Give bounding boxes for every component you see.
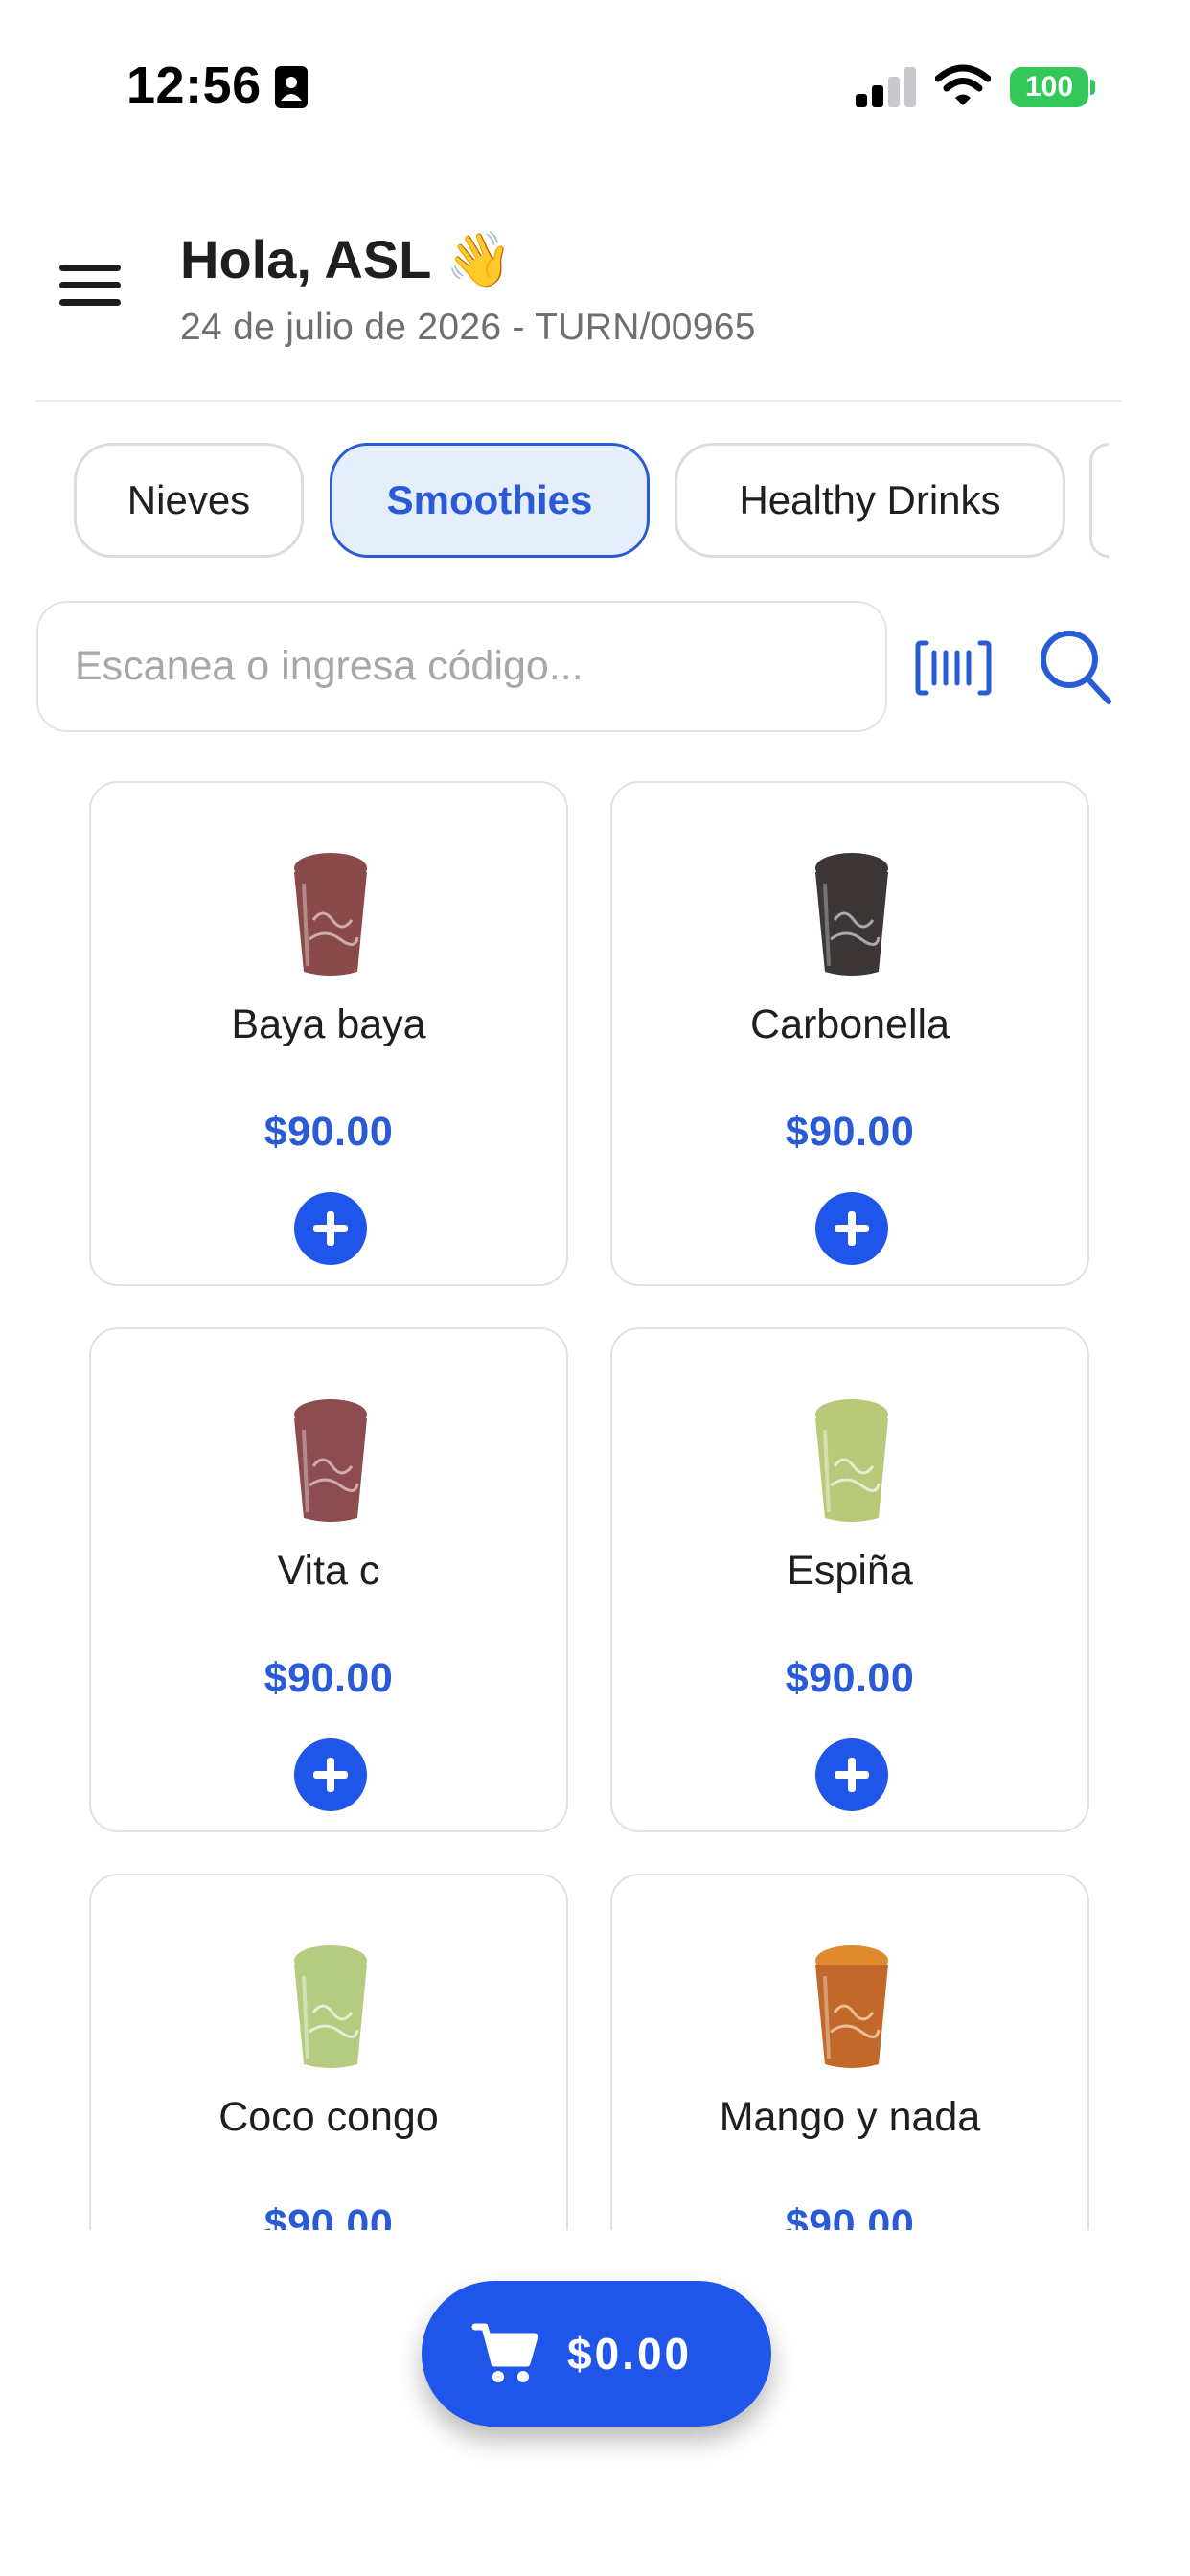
product-card[interactable]: Mango y nada $90.00 — [610, 1874, 1089, 2230]
barcode-scan-icon[interactable] — [915, 637, 992, 699]
greeting-text: Hola, ASL — [180, 229, 431, 289]
product-name: Baya baya — [231, 1001, 426, 1047]
product-name: Espiña — [787, 1548, 913, 1594]
add-to-cart-button[interactable] — [294, 1738, 367, 1811]
product-price: $90.00 — [263, 1655, 394, 1701]
category-tabs: Nieves Smoothies Healthy Drinks — [0, 443, 1190, 560]
smoothie-cup-image — [815, 853, 888, 976]
add-to-cart-button[interactable] — [294, 1192, 367, 1265]
product-card[interactable]: Vita c $90.00 — [89, 1327, 568, 1832]
product-price: $90.00 — [785, 1109, 915, 1155]
product-card[interactable]: Carbonella $90.00 — [610, 781, 1089, 1286]
cart-button[interactable]: $0.00 — [422, 2281, 771, 2426]
header: Hola, ASL 👋 24 de julio de 2026 - TURN/0… — [0, 211, 1190, 402]
header-divider — [36, 400, 1121, 402]
product-card[interactable]: Baya baya $90.00 — [89, 781, 568, 1286]
menu-icon[interactable] — [59, 259, 123, 310]
search-icon[interactable] — [1037, 627, 1113, 707]
cart-total: $0.00 — [567, 2329, 693, 2379]
cellular-signal-icon — [856, 67, 916, 107]
smoothie-cup-image — [815, 1945, 888, 2068]
date-turn-subtitle: 24 de julio de 2026 - TURN/00965 — [180, 307, 756, 348]
contact-card-icon — [275, 66, 308, 108]
product-grid: Baya baya $90.00 Carbonella $90.00 Vita … — [0, 781, 1190, 2230]
tab-nieves[interactable]: Nieves — [74, 443, 304, 558]
product-price: $90.00 — [785, 1655, 915, 1701]
add-to-cart-button[interactable] — [815, 1738, 888, 1811]
tab-healthy-drinks[interactable]: Healthy Drinks — [675, 443, 1065, 558]
product-name: Mango y nada — [719, 2094, 981, 2140]
code-search-input[interactable] — [75, 603, 860, 730]
waving-hand-icon: 👋 — [445, 229, 513, 289]
tab-next-partial[interactable] — [1089, 443, 1109, 558]
status-bar: 12:56 100 — [0, 0, 1190, 172]
product-name: Carbonella — [750, 1001, 950, 1047]
battery-indicator: 100 — [1010, 67, 1096, 107]
status-time: 12:56 — [126, 57, 262, 114]
wifi-icon — [935, 64, 991, 105]
battery-level: 100 — [1024, 71, 1074, 103]
smoothie-cup-image — [815, 1399, 888, 1522]
tab-smoothies[interactable]: Smoothies — [330, 443, 650, 558]
greeting-title: Hola, ASL 👋 — [180, 228, 513, 291]
product-name: Vita c — [277, 1548, 380, 1594]
product-card[interactable]: Espiña $90.00 — [610, 1327, 1089, 1832]
product-price: $90.00 — [263, 1109, 394, 1155]
smoothie-cup-image — [294, 1945, 367, 2068]
cart-icon — [471, 2323, 538, 2382]
search-box — [36, 601, 887, 732]
product-card[interactable]: Coco congo $90.00 — [89, 1874, 568, 2230]
product-name: Coco congo — [218, 2094, 439, 2140]
product-price: $90.00 — [785, 2201, 915, 2230]
add-to-cart-button[interactable] — [815, 1192, 888, 1265]
product-price: $90.00 — [263, 2201, 394, 2230]
smoothie-cup-image — [294, 853, 367, 976]
smoothie-cup-image — [294, 1399, 367, 1522]
